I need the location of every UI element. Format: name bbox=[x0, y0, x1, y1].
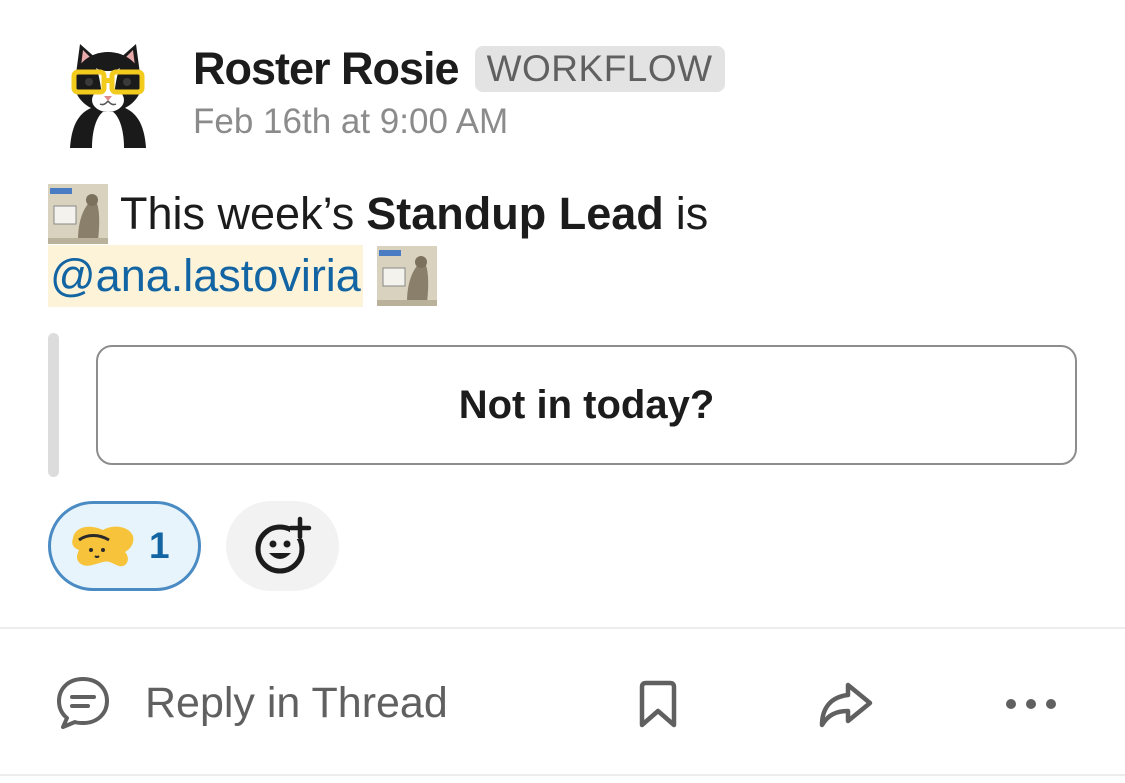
message-body: This week’s Standup Lead is @ana.lastovi… bbox=[48, 183, 1088, 307]
sender-name[interactable]: Roster Rosie bbox=[193, 43, 460, 95]
reply-thread-icon bbox=[57, 677, 109, 729]
share-icon bbox=[819, 682, 873, 728]
bookmark-button[interactable] bbox=[630, 676, 686, 732]
not-in-today-button[interactable]: Not in today? bbox=[96, 345, 1077, 465]
sender-avatar[interactable] bbox=[62, 40, 154, 148]
message-text-after: is bbox=[675, 188, 709, 239]
reaction-count: 1 bbox=[149, 525, 170, 566]
more-icon bbox=[1006, 699, 1056, 709]
reply-in-thread-button[interactable]: Reply in Thread bbox=[55, 668, 448, 738]
add-reaction-button[interactable] bbox=[226, 501, 339, 591]
add-reaction-icon bbox=[255, 516, 311, 574]
cat-paw-emoji-icon bbox=[69, 518, 137, 575]
reaction-pill[interactable]: 1 bbox=[48, 501, 201, 591]
app-badge: WORKFLOW bbox=[474, 46, 725, 92]
bookmark-icon bbox=[639, 680, 677, 728]
message-view: Roster Rosie WORKFLOW Feb 16th at 9:00 A… bbox=[0, 0, 1125, 783]
share-button[interactable] bbox=[815, 676, 877, 732]
more-actions-button[interactable] bbox=[1000, 676, 1062, 732]
message-timestamp[interactable]: Feb 16th at 9:00 AM bbox=[193, 102, 508, 142]
cat-meme-emoji-icon bbox=[48, 184, 108, 244]
message-header: Roster Rosie WORKFLOW bbox=[193, 38, 725, 100]
message-text-before: This week’s bbox=[120, 188, 355, 239]
cat-avatar-image bbox=[70, 44, 146, 148]
attachment-bar bbox=[48, 333, 59, 477]
bottom-divider bbox=[0, 774, 1125, 776]
user-mention[interactable]: @ana.lastoviria bbox=[48, 245, 363, 307]
reply-label: Reply in Thread bbox=[145, 678, 448, 727]
divider bbox=[0, 627, 1125, 629]
message-text-bold: Standup Lead bbox=[366, 188, 664, 239]
cat-meme-emoji-icon bbox=[376, 246, 437, 306]
